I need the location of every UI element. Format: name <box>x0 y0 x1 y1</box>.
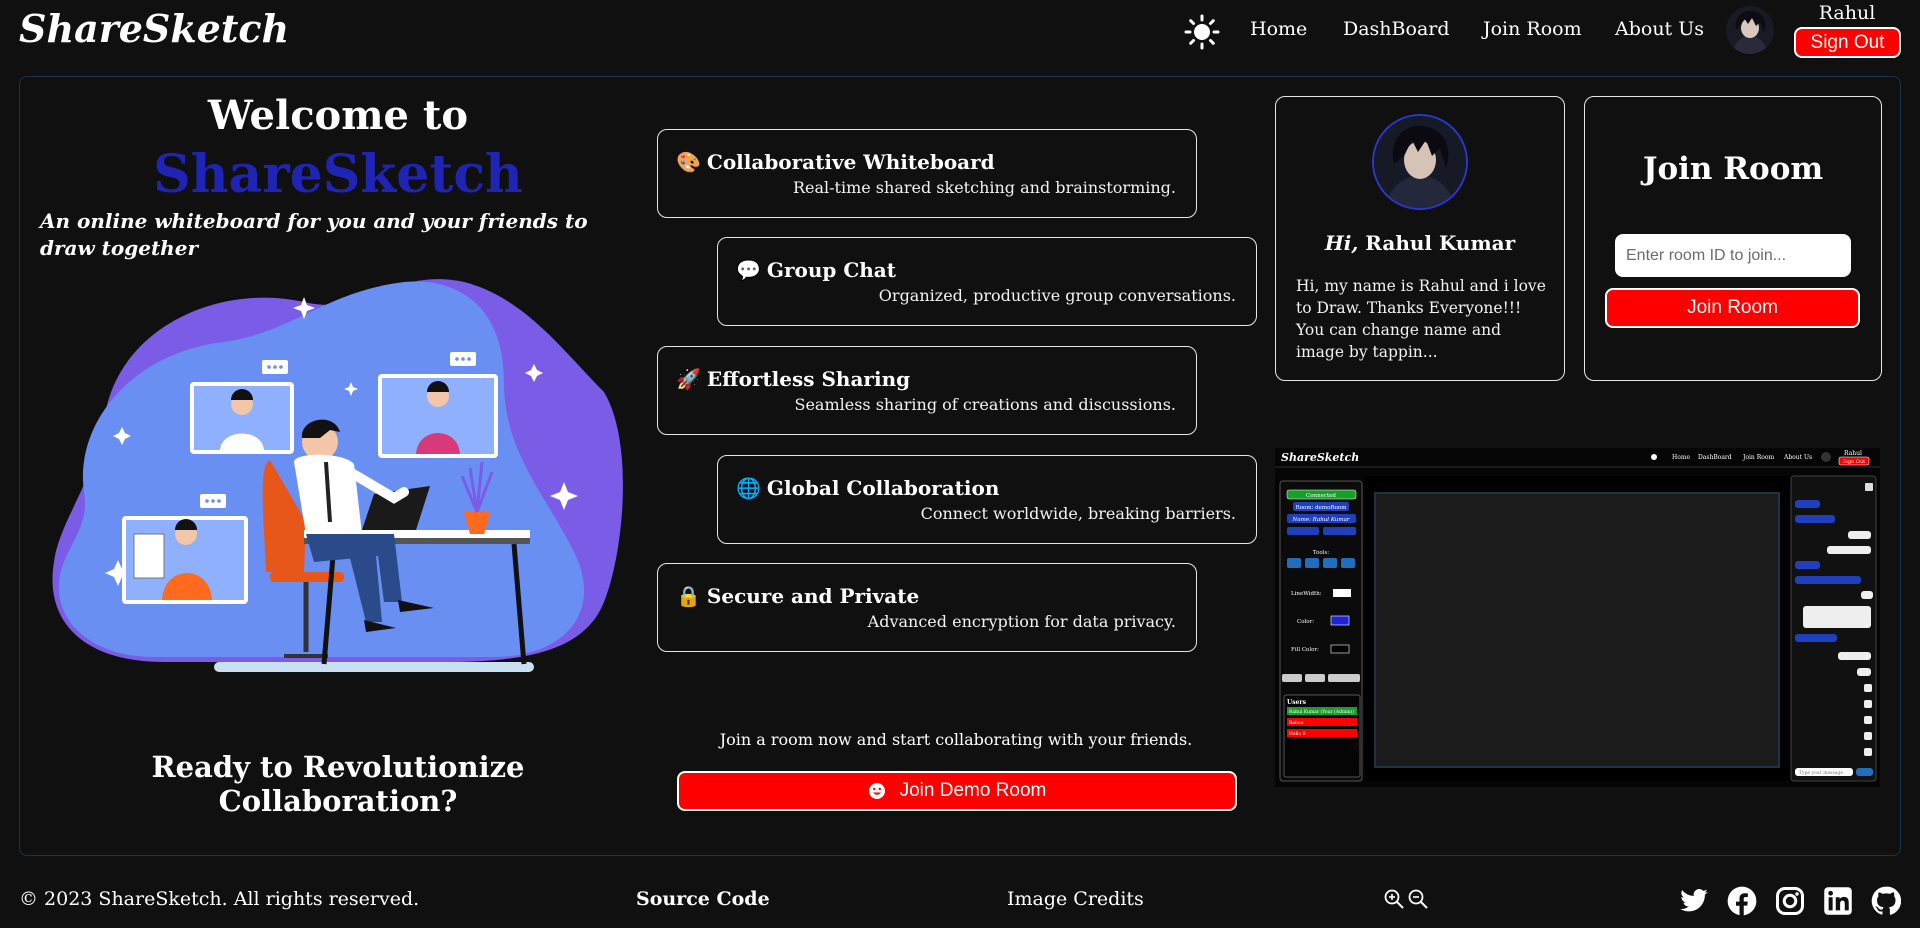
join-demo-room-button[interactable]: Join Demo Room <box>677 771 1237 811</box>
instagram-icon[interactable] <box>1775 886 1805 916</box>
feature-title: Group Chat <box>766 258 897 282</box>
preview-color-label: Color: <box>1297 619 1314 625</box>
lock-icon: 🔒 <box>676 584 701 608</box>
preview-room: Room: demoRoom <box>1296 505 1348 511</box>
rocket-icon: 🚀 <box>676 367 701 391</box>
brand-logo[interactable]: ShareSketch <box>19 6 289 51</box>
join-demo-room-label: Join Demo Room <box>899 780 1047 801</box>
facebook-icon[interactable] <box>1727 886 1757 916</box>
feature-desc: Organized, productive group conversation… <box>878 286 1236 305</box>
profile-avatar[interactable] <box>1372 114 1468 210</box>
ready-heading: Ready to Revolutionize Collaboration? <box>151 750 525 818</box>
preview-name: Name: Rahul Kumar <box>1292 517 1350 523</box>
join-room-title: Join Room <box>1642 151 1824 187</box>
preview-connected: Connected <box>1306 493 1336 499</box>
theme-toggle-sun-icon[interactable] <box>1184 14 1220 50</box>
profile-bio: Hi, my name is Rahul and i love to Draw.… <box>1296 277 1546 361</box>
preview-nav-about: About Us <box>1783 454 1812 461</box>
twitter-icon[interactable] <box>1679 886 1709 916</box>
feature-card-global: 🌐 Global Collaboration Connect worldwide,… <box>717 455 1257 544</box>
nav-link-join-room[interactable]: Join Room <box>1483 18 1582 40</box>
copyright: © 2023 ShareSketch. All rights reserved. <box>19 888 420 910</box>
nav-link-dashboard[interactable]: DashBoard <box>1343 18 1450 40</box>
speech-bubble-icon: 💬 <box>736 258 761 282</box>
preview-nav-join: Join Room <box>1742 454 1774 461</box>
preview-user-2: Rohan <box>1289 720 1304 726</box>
nav-link-about-us[interactable]: About Us <box>1615 18 1704 40</box>
feature-card-group-chat: 💬 Group Chat Organized, productive group … <box>717 237 1257 326</box>
preview-nav-dashboard: DashBoard <box>1698 454 1732 461</box>
welcome-brand: ShareSketch <box>153 144 523 205</box>
feature-desc: Real-time shared sketching and brainstor… <box>792 178 1176 197</box>
preview-signout: Sign Out <box>1843 459 1865 465</box>
sign-out-button[interactable]: Sign Out <box>1794 27 1901 58</box>
feature-card-secure: 🔒 Secure and Private Advanced encryption … <box>657 563 1197 652</box>
zoom-in-icon[interactable] <box>1383 888 1405 914</box>
preview-fill-label: Fill Color: <box>1291 647 1319 653</box>
profile-name: Rahul Kumar <box>1365 231 1516 255</box>
preview-chat-placeholder: Type your message <box>1799 770 1843 776</box>
feature-card-sharing: 🚀 Effortless Sharing Seamless sharing of … <box>657 346 1197 435</box>
feature-card-whiteboard: 🎨 Collaborative Whiteboard Real-time shar… <box>657 129 1197 218</box>
preview-nav-home: Home <box>1672 454 1691 461</box>
profile-card[interactable]: Hi, Rahul Kumar Hi, my name is Rahul and… <box>1275 96 1565 381</box>
join-room-card: Join Room Join Room <box>1584 96 1882 381</box>
feature-title: Effortless Sharing <box>706 367 911 391</box>
welcome-heading: Welcome to <box>207 92 469 139</box>
nav-link-home[interactable]: Home <box>1250 18 1307 40</box>
github-icon[interactable] <box>1871 886 1902 916</box>
room-id-input[interactable] <box>1615 234 1851 277</box>
preview-user: Rahul <box>1844 450 1862 457</box>
feature-desc: Advanced encryption for data privacy. <box>867 612 1176 631</box>
feature-desc: Connect worldwide, breaking barriers. <box>920 504 1236 523</box>
app-preview-screenshot: ShareSketch Home DashBoard Join Room Abo… <box>1275 448 1880 787</box>
feature-title: Collaborative Whiteboard <box>706 150 995 174</box>
hero-illustration <box>44 272 630 682</box>
palette-icon: 🎨 <box>676 150 701 174</box>
linkedin-icon[interactable] <box>1823 886 1853 916</box>
preview-brand: ShareSketch <box>1281 451 1359 464</box>
preview-users-label: Users <box>1287 699 1307 706</box>
feature-title: Global Collaboration <box>766 476 1000 500</box>
feature-desc: Seamless sharing of creations and discus… <box>794 395 1176 414</box>
navbar: ShareSketch Home DashBoard Join Room Abo… <box>0 0 1920 64</box>
avatar[interactable] <box>1726 6 1774 54</box>
join-room-button[interactable]: Join Room <box>1605 288 1860 328</box>
preview-linewidth-label: LineWidth: <box>1291 591 1322 597</box>
preview-tools-label: Tools: <box>1313 550 1329 556</box>
smile-icon <box>868 783 885 799</box>
image-credits-link[interactable]: Image Credits <box>1007 888 1144 910</box>
preview-user-3: Hello 0 <box>1289 731 1306 737</box>
tagline: An online whiteboard for you and your fr… <box>40 209 588 260</box>
nav-username: Rahul <box>1818 2 1876 24</box>
feature-title: Secure and Private <box>706 584 920 608</box>
profile-greeting: Hi, Rahul Kumar <box>1324 231 1516 255</box>
zoom-out-icon[interactable] <box>1407 888 1429 914</box>
cta-text: Join a room now and start collaborating … <box>719 730 1193 749</box>
source-code-link[interactable]: Source Code <box>636 888 770 910</box>
globe-icon: 🌐 <box>736 476 761 500</box>
preview-user-1: Rahul Kumar (Your (Admin)) <box>1289 708 1354 715</box>
